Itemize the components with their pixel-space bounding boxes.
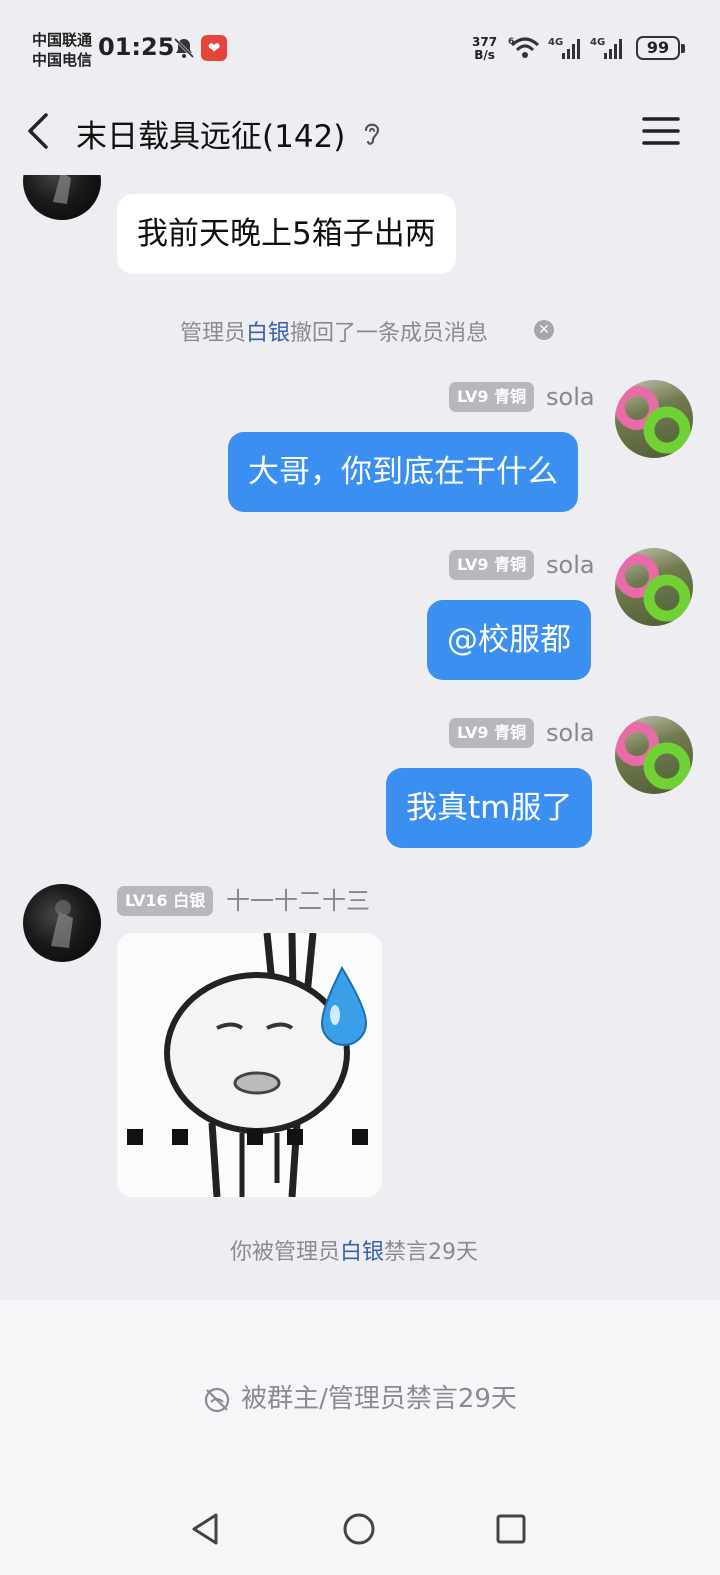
system-text-prefix: 管理员: [180, 321, 247, 346]
mute-notice: 被群主/管理员禁言29天: [0, 1378, 720, 1415]
avatar[interactable]: [615, 716, 693, 794]
nav-home-icon[interactable]: [339, 1509, 379, 1549]
avatar[interactable]: [615, 548, 693, 626]
input-area-disabled: 被群主/管理员禁言29天: [0, 1300, 720, 1495]
sender-name[interactable]: 十一十二十三: [226, 886, 370, 916]
level-badge: LV9 青铜: [449, 718, 535, 748]
carrier-2: 中国电信: [32, 51, 93, 69]
system-message-recall: 管理员白银撤回了一条成员消息: [180, 315, 488, 347]
admin-name-link[interactable]: 白银: [246, 321, 290, 346]
svg-text:4G: 4G: [548, 37, 563, 48]
system-text-suffix: 禁言29天: [384, 1240, 479, 1265]
clock: 01:25: [98, 33, 175, 61]
avatar-rings-icon: [615, 386, 691, 454]
ear-icon[interactable]: [360, 119, 384, 149]
chat-header: 末日载具远征(142): [0, 95, 720, 175]
avatar[interactable]: [23, 884, 101, 962]
mute-notice-text: 被群主/管理员禁言29天: [241, 1384, 517, 1414]
carrier-info: 中国联通 中国电信: [32, 30, 92, 70]
message-bubble[interactable]: @校服都: [427, 600, 591, 680]
menu-icon[interactable]: [641, 113, 681, 149]
close-icon[interactable]: ✕: [534, 320, 554, 340]
chat-title[interactable]: 末日载具远征(142): [76, 111, 345, 156]
level-badge: LV9 青铜: [449, 382, 535, 412]
nav-recents-icon[interactable]: [491, 1509, 531, 1549]
svg-text:6: 6: [508, 37, 514, 47]
system-message-muted: 你被管理员白银禁言29天: [230, 1234, 478, 1266]
signal-1-icon: 4G: [548, 37, 580, 59]
avatar[interactable]: [615, 380, 693, 458]
net-speed-unit: B/s: [474, 48, 495, 62]
avatar-rings-icon: [615, 722, 691, 790]
app-notification-icon: ❤: [201, 35, 227, 61]
back-arrow-icon[interactable]: [22, 109, 58, 153]
rabbit-sweat-sticker-icon: [117, 933, 382, 1197]
sender-name[interactable]: sola: [546, 550, 595, 580]
system-text-suffix: 撤回了一条成员消息: [290, 321, 489, 346]
battery-indicator: 99: [636, 36, 685, 60]
bell-muted-icon: [173, 37, 195, 59]
network-speed: 377 B/s: [472, 36, 497, 62]
system-nav-bar: [0, 1495, 720, 1575]
message-bubble[interactable]: 我前天晚上5箱子出两: [117, 194, 456, 274]
nav-back-icon[interactable]: [186, 1509, 226, 1549]
sender-name[interactable]: sola: [546, 718, 595, 748]
svg-text:4G: 4G: [590, 37, 605, 48]
avatar-figure-icon: [51, 900, 73, 948]
admin-name-link[interactable]: 白银: [340, 1240, 384, 1265]
wifi-icon: 6: [508, 37, 540, 58]
sender-name[interactable]: sola: [546, 382, 595, 412]
status-bar: 中国联通 中国电信 01:25 ❤ 377 B/s 6 4G 4G 99: [0, 0, 720, 95]
message-bubble[interactable]: 大哥，你到底在干什么: [228, 432, 578, 512]
message-bubble[interactable]: 我真tm服了: [386, 768, 593, 848]
carrier-1: 中国联通: [32, 31, 93, 49]
sticker-image[interactable]: [117, 933, 382, 1197]
muted-icon: [204, 1387, 230, 1412]
level-badge: LV16 白银: [117, 886, 214, 916]
signal-2-icon: 4G: [590, 37, 622, 59]
system-text-prefix: 你被管理员: [230, 1240, 341, 1265]
avatar-rings-icon: [615, 554, 691, 622]
level-badge: LV9 青铜: [449, 550, 535, 580]
